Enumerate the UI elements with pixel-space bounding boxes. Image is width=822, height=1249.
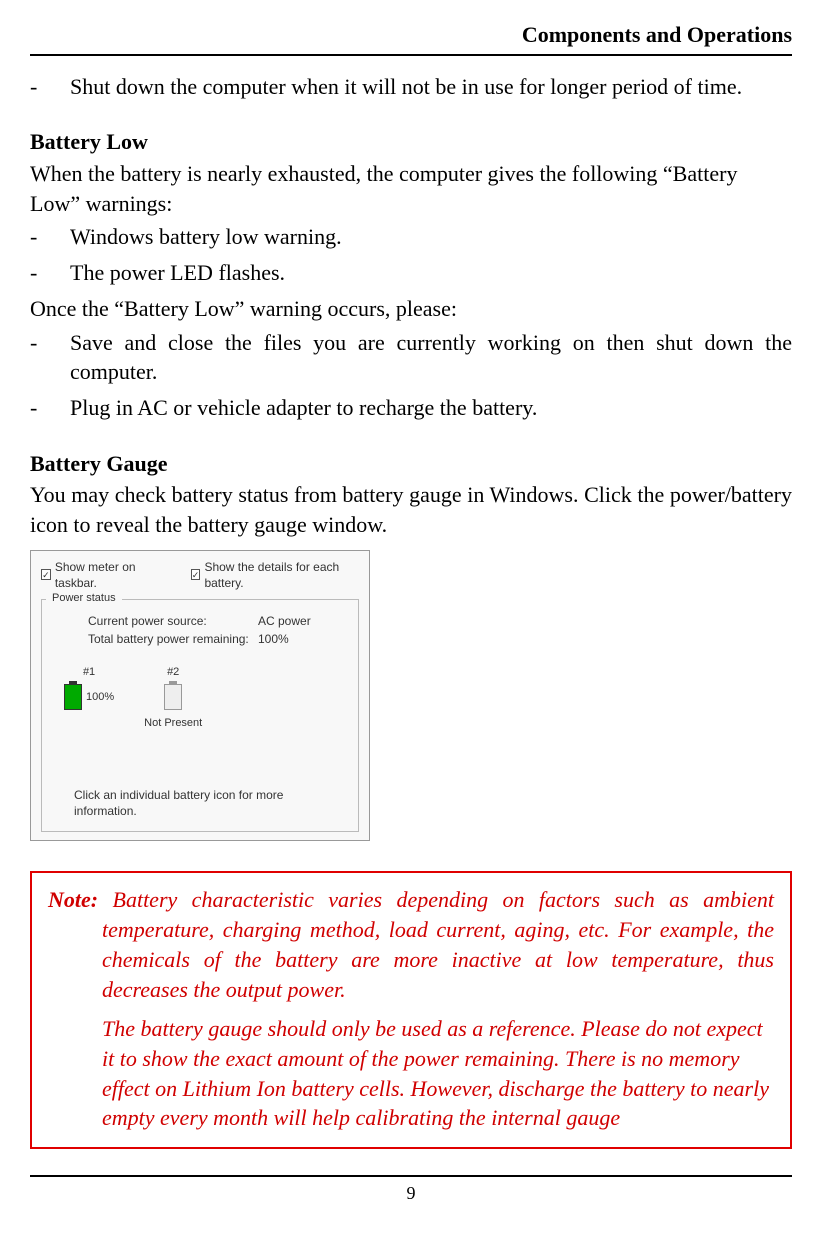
power-status-row: Total battery power remaining: 100% bbox=[52, 631, 348, 647]
section-heading-battery-low: Battery Low bbox=[30, 127, 792, 157]
bullet-text: Plug in AC or vehicle adapter to recharg… bbox=[70, 393, 792, 423]
battery-empty-icon[interactable] bbox=[164, 684, 182, 710]
paragraph: Once the “Battery Low” warning occurs, p… bbox=[30, 294, 792, 324]
bullet-text: The power LED flashes. bbox=[70, 258, 792, 288]
power-status-value: 100% bbox=[258, 631, 289, 647]
note-paragraph: The battery gauge should only be used as… bbox=[48, 1014, 774, 1133]
checkbox-show-meter[interactable]: ✓ Show meter on taskbar. bbox=[41, 559, 165, 591]
list-item: - Save and close the files you are curre… bbox=[30, 328, 792, 387]
bullet-dash: - bbox=[30, 222, 70, 252]
bullet-dash: - bbox=[30, 328, 70, 387]
bullet-text: Windows battery low warning. bbox=[70, 222, 792, 252]
note-text: Battery characteristic varies depending … bbox=[102, 887, 774, 1001]
dialog-checkbox-row: ✓ Show meter on taskbar. ✓ Show the deta… bbox=[41, 559, 359, 591]
battery-status: Not Present bbox=[144, 716, 202, 731]
checkbox-label: Show meter on taskbar. bbox=[55, 559, 165, 591]
battery-id: #2 bbox=[167, 665, 179, 680]
note-label: Note: bbox=[48, 887, 98, 912]
list-item: - Shut down the computer when it will no… bbox=[30, 72, 792, 102]
checkbox-icon: ✓ bbox=[191, 569, 201, 580]
paragraph: You may check battery status from batter… bbox=[30, 480, 792, 539]
bullet-dash: - bbox=[30, 72, 70, 102]
dialog-hint-text: Click an individual battery icon for mor… bbox=[52, 787, 348, 819]
battery-full-icon[interactable] bbox=[64, 684, 82, 710]
power-status-value: AC power bbox=[258, 613, 311, 629]
power-status-row: Current power source: AC power bbox=[52, 613, 348, 629]
power-status-group: Power status Current power source: AC po… bbox=[41, 599, 359, 832]
section-heading-battery-gauge: Battery Gauge bbox=[30, 449, 792, 479]
power-status-label: Total battery power remaining: bbox=[88, 631, 258, 647]
page-header: Components and Operations bbox=[30, 20, 792, 56]
paragraph: When the battery is nearly exhausted, th… bbox=[30, 159, 792, 218]
bullet-dash: - bbox=[30, 258, 70, 288]
battery-gauge-dialog: ✓ Show meter on taskbar. ✓ Show the deta… bbox=[30, 550, 370, 842]
bullet-text: Save and close the files you are current… bbox=[70, 328, 792, 387]
battery-id: #1 bbox=[83, 665, 95, 680]
battery-col-1: #1 100% bbox=[64, 665, 114, 731]
checkbox-icon: ✓ bbox=[41, 569, 51, 580]
list-item: - Plug in AC or vehicle adapter to recha… bbox=[30, 393, 792, 423]
checkbox-label: Show the details for each battery. bbox=[204, 559, 359, 591]
checkbox-show-details[interactable]: ✓ Show the details for each battery. bbox=[191, 559, 359, 591]
page-footer: 9 bbox=[30, 1175, 792, 1205]
page-number: 9 bbox=[407, 1183, 416, 1203]
bullet-dash: - bbox=[30, 393, 70, 423]
battery-col-2: #2 Not Present bbox=[144, 665, 202, 731]
group-border-segment bbox=[122, 599, 358, 600]
list-item: - Windows battery low warning. bbox=[30, 222, 792, 252]
group-label: Power status bbox=[48, 591, 120, 606]
battery-icons-row: #1 100% #2 Not Present bbox=[52, 665, 348, 731]
battery-row: 100% bbox=[64, 684, 114, 710]
note-paragraph: Note: Battery characteristic varies depe… bbox=[48, 885, 774, 1004]
battery-percentage: 100% bbox=[86, 690, 114, 705]
power-status-label: Current power source: bbox=[88, 613, 258, 629]
note-box: Note: Battery characteristic varies depe… bbox=[30, 871, 792, 1149]
group-border-segment bbox=[42, 599, 46, 600]
list-item: - The power LED flashes. bbox=[30, 258, 792, 288]
bullet-text: Shut down the computer when it will not … bbox=[70, 72, 792, 102]
